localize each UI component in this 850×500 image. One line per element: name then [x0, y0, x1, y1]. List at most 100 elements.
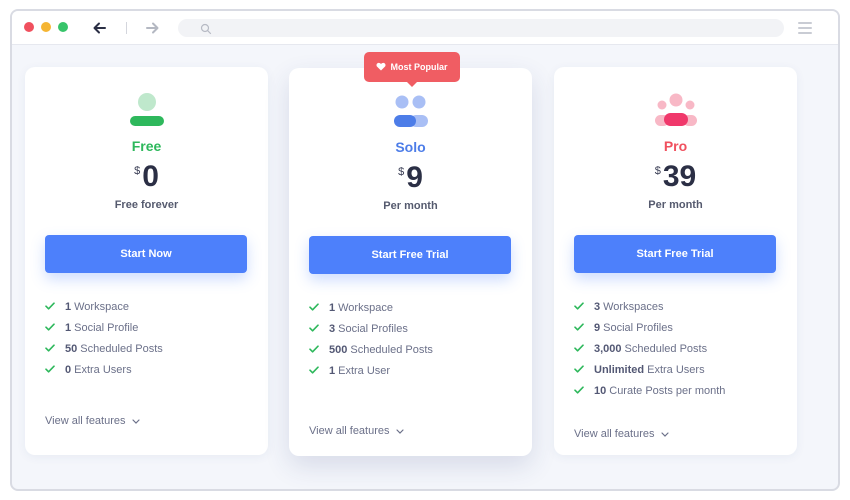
feature-value: 10: [594, 384, 607, 397]
feature-value: 1: [65, 300, 72, 313]
arrow-left-icon[interactable]: [90, 18, 110, 38]
view-all-label: View all features: [45, 415, 126, 427]
view-all-label: View all features: [309, 425, 390, 437]
feature-item: 1 Extra User: [309, 360, 433, 381]
feature-value: 3,000: [594, 342, 622, 355]
feature-value: 1: [329, 301, 336, 314]
feature-item: 50 Scheduled Posts: [45, 338, 163, 359]
check-icon: [574, 343, 584, 355]
feature-value: 1: [65, 321, 72, 334]
view-all-features-link[interactable]: View all features: [45, 415, 140, 427]
check-icon: [45, 301, 55, 313]
feature-label: Social Profiles: [603, 321, 673, 334]
currency-symbol: $: [134, 165, 141, 177]
two-users-icon: [391, 93, 431, 129]
feature-list: 1 Workspace 1 Social Profile 50 Scheduled P…: [45, 296, 163, 380]
single-user-icon: [127, 92, 167, 128]
billing-period: Per month: [383, 200, 438, 212]
plan-name: Solo: [395, 139, 426, 155]
heart-icon: [376, 62, 386, 73]
chevron-down-icon: [131, 415, 140, 427]
feature-item: 10 Curate Posts per month: [574, 380, 725, 401]
chevron-down-icon: [395, 425, 404, 437]
currency-symbol: $: [398, 166, 405, 178]
price-amount: 39: [662, 160, 697, 193]
feature-label: Extra Users: [647, 363, 705, 376]
check-icon: [574, 364, 584, 376]
feature-item: 1 Social Profile: [45, 317, 163, 338]
feature-item: 1 Workspace: [45, 296, 163, 317]
feature-value: 500: [329, 343, 348, 356]
billing-period: Free forever: [114, 199, 179, 211]
feature-value: 9: [594, 321, 601, 334]
check-icon: [574, 385, 584, 397]
plan-card-free: Free $ 0 Free forever Start Now 1 Workspa…: [25, 67, 268, 455]
nav-separator: [126, 22, 127, 34]
plan-name: Pro: [663, 138, 688, 154]
feature-item: 9 Social Profiles: [574, 317, 725, 338]
price: $ 39: [554, 161, 797, 193]
feature-item: 0 Extra Users: [45, 359, 163, 380]
feature-label: Workspace: [338, 301, 393, 314]
close-window-button[interactable]: [24, 22, 34, 32]
chevron-down-icon: [660, 428, 669, 440]
view-all-features-link[interactable]: View all features: [309, 425, 404, 437]
browser-titlebar: [12, 11, 838, 45]
address-bar[interactable]: [178, 19, 784, 37]
billing-period: Per month: [648, 199, 703, 211]
feature-item: 3 Social Profiles: [309, 318, 433, 339]
feature-label: Workspace: [74, 300, 129, 313]
minimize-window-button[interactable]: [41, 22, 51, 32]
team-users-icon: [654, 92, 698, 128]
currency-symbol: $: [654, 165, 661, 177]
feature-label: Scheduled Posts: [624, 342, 708, 355]
plan-name: Free: [131, 138, 162, 154]
feature-item: 3 Workspaces: [574, 296, 725, 317]
view-all-label: View all features: [574, 428, 655, 440]
maximize-window-button[interactable]: [58, 22, 68, 32]
feature-value: 0: [65, 363, 72, 376]
feature-label: Social Profile: [74, 321, 139, 334]
search-icon: [200, 22, 212, 40]
start-free-trial-button[interactable]: Start Free Trial: [574, 235, 776, 273]
feature-label: Scheduled Posts: [350, 343, 433, 356]
feature-value: 3: [594, 300, 601, 313]
feature-value: 50: [65, 342, 78, 355]
price: $ 0: [25, 161, 268, 193]
plan-card-pro: Pro $ 39 Per month Start Free Trial 3 Wor…: [554, 67, 797, 455]
check-icon: [309, 302, 319, 314]
feature-label: Scheduled Posts: [80, 342, 163, 355]
check-icon: [574, 301, 584, 313]
arrow-right-icon[interactable]: [142, 18, 162, 38]
price: $ 9: [289, 162, 532, 194]
feature-label: Extra User: [338, 364, 391, 377]
feature-item: Unlimited Extra Users: [574, 359, 725, 380]
price-amount: 9: [406, 161, 423, 194]
feature-item: 3,000 Scheduled Posts: [574, 338, 725, 359]
feature-list: 3 Workspaces 9 Social Profiles 3,000 Schedu…: [574, 296, 725, 401]
check-icon: [45, 343, 55, 355]
feature-label: Workspaces: [603, 300, 664, 313]
check-icon: [45, 364, 55, 376]
most-popular-badge: Most Popular: [364, 52, 460, 87]
feature-value: Unlimited: [594, 363, 645, 376]
feature-value: 1: [329, 364, 336, 377]
start-now-button[interactable]: Start Now: [45, 235, 247, 273]
feature-label: Curate Posts per month: [609, 384, 726, 397]
check-icon: [309, 365, 319, 377]
feature-label: Extra Users: [74, 363, 132, 376]
check-icon: [309, 344, 319, 356]
check-icon: [45, 322, 55, 334]
check-icon: [309, 323, 319, 335]
hamburger-menu-icon[interactable]: [798, 22, 812, 34]
check-icon: [574, 322, 584, 334]
feature-value: 3: [329, 322, 336, 335]
start-free-trial-button[interactable]: Start Free Trial: [309, 236, 511, 274]
price-amount: 0: [142, 160, 159, 193]
feature-item: 1 Workspace: [309, 297, 433, 318]
feature-item: 500 Scheduled Posts: [309, 339, 433, 360]
view-all-features-link[interactable]: View all features: [574, 428, 669, 440]
badge-label: Most Popular: [390, 62, 448, 72]
feature-label: Social Profiles: [338, 322, 408, 335]
feature-list: 1 Workspace 3 Social Profiles 500 Scheduled…: [309, 297, 433, 381]
